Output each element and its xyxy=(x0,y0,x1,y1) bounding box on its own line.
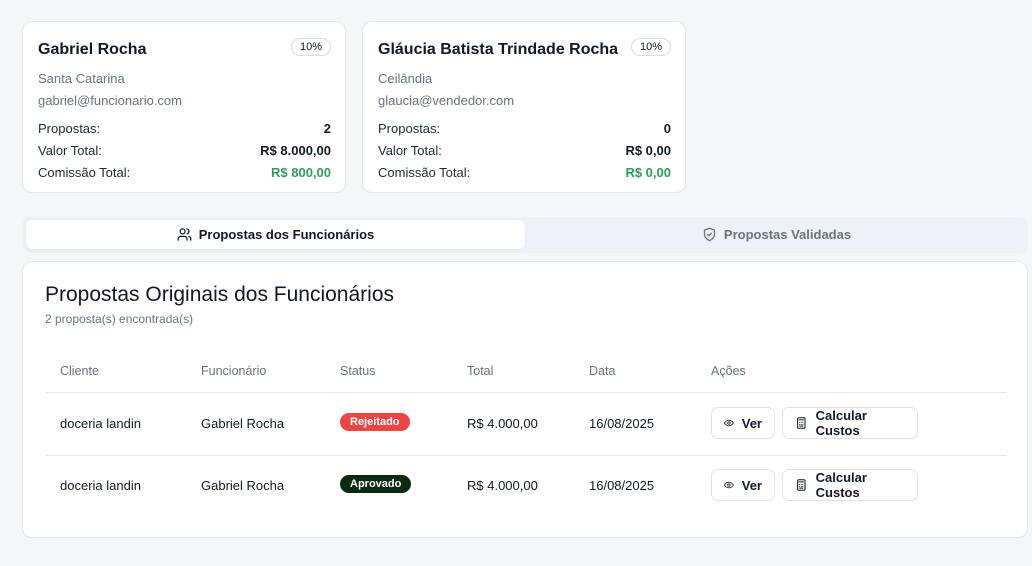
tab-label: Propostas Validadas xyxy=(723,227,852,242)
stat-label: Propostas: xyxy=(378,121,441,136)
cell-employee: Gabriel Rocha xyxy=(201,478,285,493)
shield-check-icon xyxy=(703,227,716,242)
employee-card: Gláucia Batista Trindade Rocha 10% Ceilâ… xyxy=(362,21,686,193)
view-button[interactable]: Ver xyxy=(711,469,775,501)
employee-name: Gabriel Rocha xyxy=(38,41,147,58)
column-header-employee: Funcionário xyxy=(201,364,267,378)
calculate-costs-label: Calcular Custos xyxy=(815,408,867,438)
stat-label: Valor Total: xyxy=(38,143,102,158)
calculator-icon xyxy=(797,417,806,429)
stat-proposals: Propostas: 2 xyxy=(38,121,331,136)
employee-region: Santa Catarina xyxy=(38,71,125,86)
cell-total: R$ 4.000,00 xyxy=(467,478,538,493)
stat-value: R$ 800,00 xyxy=(271,165,331,180)
commission-rate-badge: 10% xyxy=(290,38,331,56)
stat-label: Comissão Total: xyxy=(378,165,471,180)
proposals-panel: Propostas Originais dos Funcionários 2 p… xyxy=(22,261,1028,538)
stat-value: R$ 0,00 xyxy=(625,143,671,158)
employee-email: gabriel@funcionario.com xyxy=(38,93,182,108)
stat-proposals: Propostas: 0 xyxy=(378,121,671,136)
commission-rate-badge: 10% xyxy=(630,38,671,56)
calculate-costs-button[interactable]: Calcular Custos xyxy=(782,407,918,439)
stat-commission: Comissão Total: R$ 800,00 xyxy=(38,165,331,180)
stat-label: Valor Total: xyxy=(378,143,442,158)
column-header-actions: Ações xyxy=(711,364,746,378)
status-badge: Aprovado xyxy=(340,475,412,493)
eye-icon xyxy=(724,419,734,427)
calculate-costs-button[interactable]: Calcular Custos xyxy=(782,469,918,501)
employee-name: Gláucia Batista Trindade Rocha xyxy=(378,41,619,58)
eye-icon xyxy=(724,481,734,489)
calculator-icon xyxy=(797,479,806,491)
stat-label: Comissão Total: xyxy=(38,165,131,180)
stat-total: Valor Total: R$ 8.000,00 xyxy=(38,143,331,158)
employee-email: glaucia@vendedor.com xyxy=(378,93,515,108)
table-header: Cliente Funcionário Status Total Data Aç… xyxy=(45,352,1006,393)
stat-value: 0 xyxy=(663,121,671,136)
column-header-date: Data xyxy=(589,364,616,378)
table-row: doceria landin Gabriel Rocha Rejeitado R… xyxy=(45,393,1006,456)
panel-title: Propostas Originais dos Funcionários xyxy=(45,283,395,306)
column-header-client: Cliente xyxy=(60,364,99,378)
view-button-label: Ver xyxy=(741,477,762,493)
table-row: doceria landin Gabriel Rocha Aprovado R$… xyxy=(45,455,1006,517)
column-header-status: Status xyxy=(340,364,376,378)
tab-list: Propostas dos Funcionários Propostas Val… xyxy=(22,217,1028,253)
cell-total: R$ 4.000,00 xyxy=(467,416,538,431)
tab-employee-proposals[interactable]: Propostas dos Funcionários xyxy=(26,220,525,249)
users-icon xyxy=(177,228,192,241)
view-button[interactable]: Ver xyxy=(711,407,775,439)
results-count: 2 proposta(s) encontrada(s) xyxy=(45,312,194,326)
status-badge: Rejeitado xyxy=(340,413,410,431)
column-header-total: Total xyxy=(467,364,494,378)
stat-value: R$ 0,00 xyxy=(625,165,671,180)
cell-client: doceria landin xyxy=(60,478,141,493)
view-button-label: Ver xyxy=(741,415,762,431)
cell-date: 16/08/2025 xyxy=(589,416,655,431)
employee-region: Ceilândia xyxy=(378,71,433,86)
top-strip xyxy=(0,0,1032,6)
cell-date: 16/08/2025 xyxy=(589,478,655,493)
stat-label: Propostas: xyxy=(38,121,101,136)
tab-validated-proposals[interactable]: Propostas Validadas xyxy=(527,220,1026,249)
cell-employee: Gabriel Rocha xyxy=(201,416,285,431)
cell-client: doceria landin xyxy=(60,416,141,431)
employee-card: Gabriel Rocha 10% Santa Catarina gabriel… xyxy=(22,21,346,193)
stat-commission: Comissão Total: R$ 0,00 xyxy=(378,165,671,180)
stat-total: Valor Total: R$ 0,00 xyxy=(378,143,671,158)
stat-value: 2 xyxy=(323,121,331,136)
tab-label: Propostas dos Funcionários xyxy=(198,227,375,242)
stat-value: R$ 8.000,00 xyxy=(260,143,331,158)
calculate-costs-label: Calcular Custos xyxy=(815,470,867,500)
